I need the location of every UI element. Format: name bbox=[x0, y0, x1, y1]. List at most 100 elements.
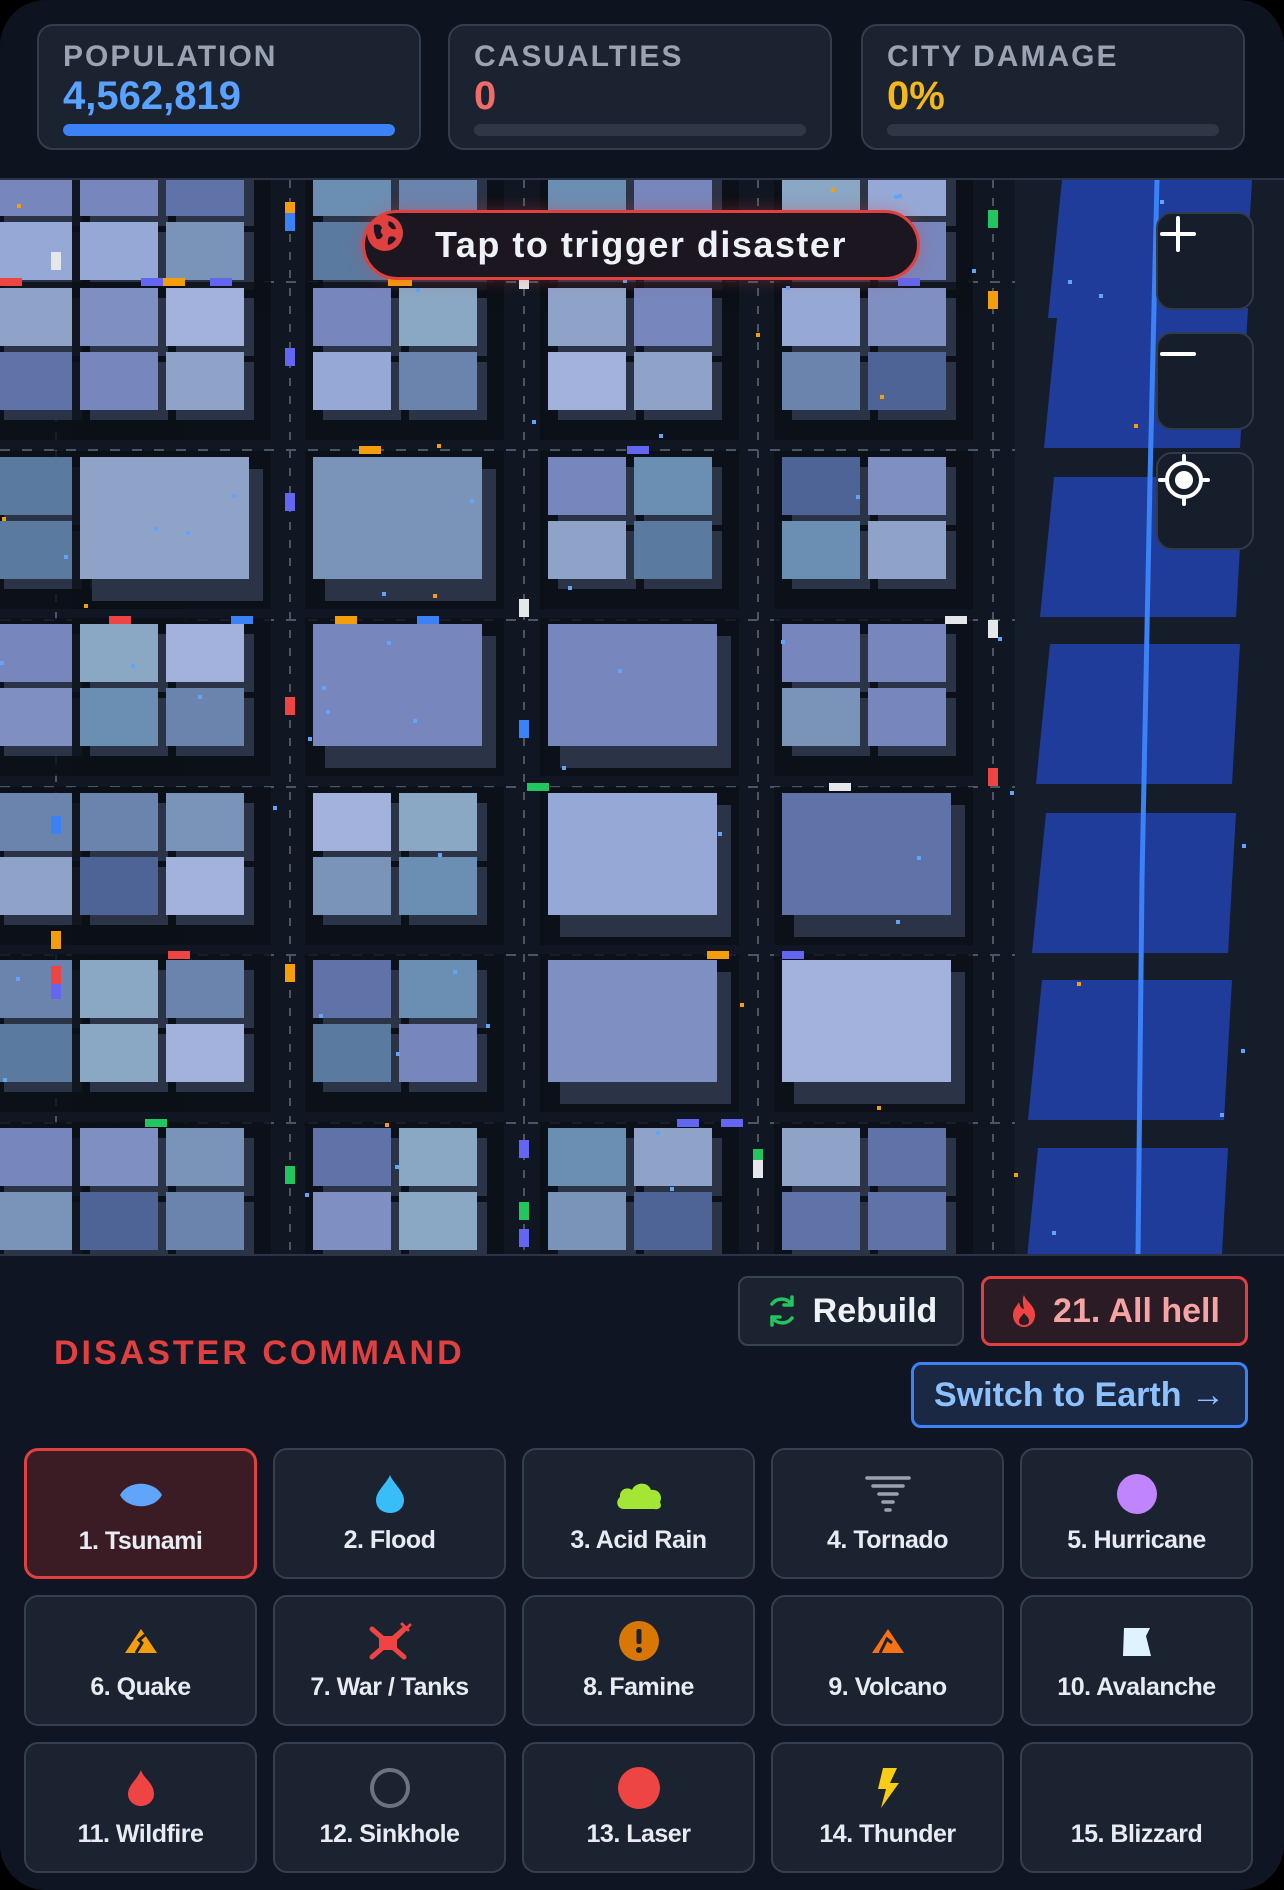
building bbox=[399, 857, 477, 915]
recenter-button[interactable] bbox=[1156, 452, 1254, 550]
disaster-label: 9. Volcano bbox=[828, 1673, 947, 1701]
vehicle bbox=[285, 964, 295, 982]
building bbox=[634, 521, 712, 579]
building bbox=[166, 688, 244, 746]
disaster-button-sinkhole[interactable]: 12. Sinkhole bbox=[273, 1742, 506, 1873]
pedestrian bbox=[877, 1106, 881, 1110]
pedestrian bbox=[1099, 294, 1103, 298]
pedestrian bbox=[0, 661, 4, 665]
crosshair-icon bbox=[1158, 454, 1210, 506]
disaster-button-hurricane[interactable]: 5. Hurricane bbox=[1020, 1448, 1253, 1579]
disaster-button-volcano[interactable]: 9. Volcano bbox=[771, 1595, 1004, 1726]
disaster-button-flood[interactable]: 2. Flood bbox=[273, 1448, 506, 1579]
pedestrian bbox=[998, 637, 1002, 641]
casualties-bar bbox=[474, 124, 806, 136]
all-hell-label: 21. All hell bbox=[1053, 1291, 1220, 1330]
zoom-in-button[interactable] bbox=[1156, 212, 1254, 310]
building bbox=[166, 960, 244, 1018]
alert-icon bbox=[524, 1619, 753, 1663]
vehicle bbox=[51, 816, 61, 834]
building bbox=[0, 1128, 72, 1186]
building bbox=[782, 1192, 860, 1250]
switch-to-earth-button[interactable]: Switch to Earth → bbox=[911, 1362, 1248, 1428]
vehicle bbox=[721, 1119, 743, 1127]
building bbox=[313, 960, 391, 1018]
building bbox=[0, 1192, 72, 1250]
river-block bbox=[1027, 1148, 1228, 1254]
population-bar bbox=[63, 124, 395, 136]
building bbox=[80, 960, 158, 1018]
pedestrian bbox=[856, 495, 860, 499]
disaster-button-laser[interactable]: 13. Laser bbox=[522, 1742, 755, 1873]
rebuild-button[interactable]: Rebuild bbox=[738, 1276, 964, 1346]
building bbox=[548, 960, 717, 1082]
city-map[interactable]: Tap to trigger disaster bbox=[0, 180, 1284, 1254]
volcano-icon bbox=[773, 1619, 1002, 1663]
vehicle bbox=[782, 951, 804, 959]
building bbox=[548, 288, 626, 346]
building bbox=[166, 857, 244, 915]
casualties-label: CASUALTIES bbox=[474, 40, 684, 73]
building bbox=[548, 793, 717, 915]
pedestrian bbox=[917, 856, 921, 860]
zoom-out-button[interactable] bbox=[1156, 332, 1254, 430]
tank-icon bbox=[275, 1619, 504, 1663]
building bbox=[313, 1128, 391, 1186]
building bbox=[80, 688, 158, 746]
disaster-button-blizzard[interactable]: 15. Blizzard bbox=[1020, 1742, 1253, 1873]
building bbox=[166, 352, 244, 410]
building bbox=[0, 180, 72, 216]
disaster-button-wildfire[interactable]: 11. Wildfire bbox=[24, 1742, 257, 1873]
pedestrian bbox=[1220, 1113, 1224, 1117]
vehicle bbox=[109, 616, 131, 624]
disaster-button-war-tanks[interactable]: 7. War / Tanks bbox=[273, 1595, 506, 1726]
disaster-button-quake[interactable]: 6. Quake bbox=[24, 1595, 257, 1726]
building bbox=[634, 288, 712, 346]
vehicle bbox=[168, 951, 190, 959]
vehicle bbox=[141, 278, 163, 286]
pedestrian bbox=[718, 832, 722, 836]
population-card: POPULATION 4,562,819 bbox=[37, 24, 421, 150]
pedestrian bbox=[2, 517, 6, 521]
city-map-canvas[interactable] bbox=[0, 180, 1284, 1254]
rebuild-label: Rebuild bbox=[812, 1291, 938, 1330]
disaster-button-famine[interactable]: 8. Famine bbox=[522, 1595, 755, 1726]
pedestrian bbox=[305, 1193, 309, 1197]
pedestrian bbox=[972, 269, 976, 273]
building bbox=[782, 521, 860, 579]
building bbox=[166, 222, 244, 280]
building bbox=[313, 1192, 391, 1250]
vehicle bbox=[519, 1229, 529, 1247]
vehicle bbox=[988, 210, 998, 228]
disaster-button-thunder[interactable]: 14. Thunder bbox=[771, 1742, 1004, 1873]
disaster-label: 11. Wildfire bbox=[77, 1820, 204, 1848]
pedestrian bbox=[1068, 280, 1072, 284]
building bbox=[313, 352, 391, 410]
disaster-button-avalanche[interactable]: 10. Avalanche bbox=[1020, 1595, 1253, 1726]
building bbox=[0, 288, 72, 346]
avalanche-icon bbox=[1022, 1619, 1251, 1663]
all-hell-button[interactable]: 21. All hell bbox=[981, 1276, 1248, 1346]
pedestrian bbox=[486, 1024, 490, 1028]
vehicle bbox=[829, 783, 851, 791]
building bbox=[548, 1128, 626, 1186]
building bbox=[399, 288, 477, 346]
disaster-label: 15. Blizzard bbox=[1070, 1820, 1203, 1848]
building bbox=[80, 793, 158, 851]
population-label: POPULATION bbox=[63, 40, 278, 73]
building bbox=[80, 1128, 158, 1186]
building bbox=[80, 457, 249, 579]
pedestrian bbox=[308, 737, 312, 741]
building bbox=[782, 288, 860, 346]
disaster-button-tsunami[interactable]: 1. Tsunami bbox=[24, 1448, 257, 1579]
disaster-button-acid-rain[interactable]: 3. Acid Rain bbox=[522, 1448, 755, 1579]
building bbox=[782, 457, 860, 515]
pedestrian bbox=[16, 977, 20, 981]
vehicle bbox=[285, 697, 295, 715]
pedestrian bbox=[453, 970, 457, 974]
population-bar-fill bbox=[63, 124, 395, 136]
disaster-button-tornado[interactable]: 4. Tornado bbox=[771, 1448, 1004, 1579]
vehicle bbox=[753, 1160, 763, 1178]
trigger-disaster-button[interactable]: Tap to trigger disaster bbox=[362, 210, 920, 280]
vehicle bbox=[527, 783, 549, 791]
